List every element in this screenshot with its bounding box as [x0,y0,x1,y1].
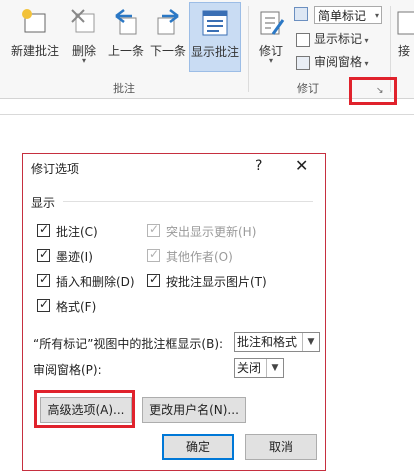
markup-display-icon [294,6,308,21]
track-changes-button[interactable]: 修订 ▾ [254,2,288,72]
change-username-button[interactable]: 更改用户名(N)... [142,397,246,423]
checkbox-box [147,272,160,287]
checkbox-box [37,247,50,262]
cancel-button[interactable]: 取消 [245,434,317,460]
reviewing-pane-icon [296,55,310,70]
show-comments-button[interactable]: 显示批注 [189,2,241,72]
reviewing-pane-button[interactable]: 审阅窗格 ▾ [296,53,369,73]
delete-comment-icon [71,9,95,33]
chevron-down-icon: ▼ [302,333,319,351]
advanced-options-highlight [34,390,135,428]
show-comments-icon [202,10,228,36]
reviewing-pane-select[interactable]: 关闭 ▼ [234,358,284,378]
accept-icon [397,11,414,35]
document-ruler-line [0,114,414,115]
previous-comment-button[interactable]: 上一条 [106,2,146,72]
next-comment-button[interactable]: 下一条 [148,2,188,72]
balloons-label: “所有标记”视图中的批注框显示(B): [33,337,224,351]
checkbox-box [37,222,50,237]
new-comment-button[interactable]: 新建批注 [6,2,64,72]
show-markup-icon [296,32,310,47]
next-arrow-icon [157,9,179,35]
show-markup-button[interactable]: 显示标记 ▾ [296,30,369,50]
markup-display-icon-row [294,6,312,26]
track-changes-icon [260,11,285,35]
dialog-title: 修订选项 [31,162,80,176]
checkbox-box [147,222,160,237]
previous-arrow-icon [115,9,137,35]
accept-button[interactable]: 接 [396,2,414,72]
chevron-down-icon: ▾ [374,11,379,20]
close-button[interactable]: ✕ [295,156,308,175]
delete-comment-button[interactable]: 删除 ▾ [64,2,104,72]
ok-button[interactable]: 确定 [162,434,234,460]
checkbox-box [37,297,50,312]
new-comment-icon [22,9,46,33]
markup-display-combo[interactable]: 简单标记 ▾ [314,6,382,24]
tracking-group-label: 修订 [297,82,319,95]
checkbox-box [37,272,50,287]
dialog-titlebar: 修订选项 ? ✕ [23,154,325,182]
group-separator [248,6,249,92]
tracking-options-launcher[interactable]: ↘ [349,77,397,105]
section-display-label: 显示 [31,196,56,210]
checkbox-box [147,247,160,262]
help-button[interactable]: ? [255,158,262,174]
section-divider [63,201,313,202]
chevron-down-icon: ▾ [268,56,273,65]
reviewing-pane-label: 审阅窗格(P): [33,363,102,377]
comments-group-label: 批注 [113,82,135,95]
balloons-select[interactable]: 批注和格式 ▼ [234,332,320,352]
dialog-launcher-icon: ↘ [376,86,384,96]
chevron-down-icon: ▾ [81,56,86,65]
chevron-down-icon: ▼ [266,359,283,377]
